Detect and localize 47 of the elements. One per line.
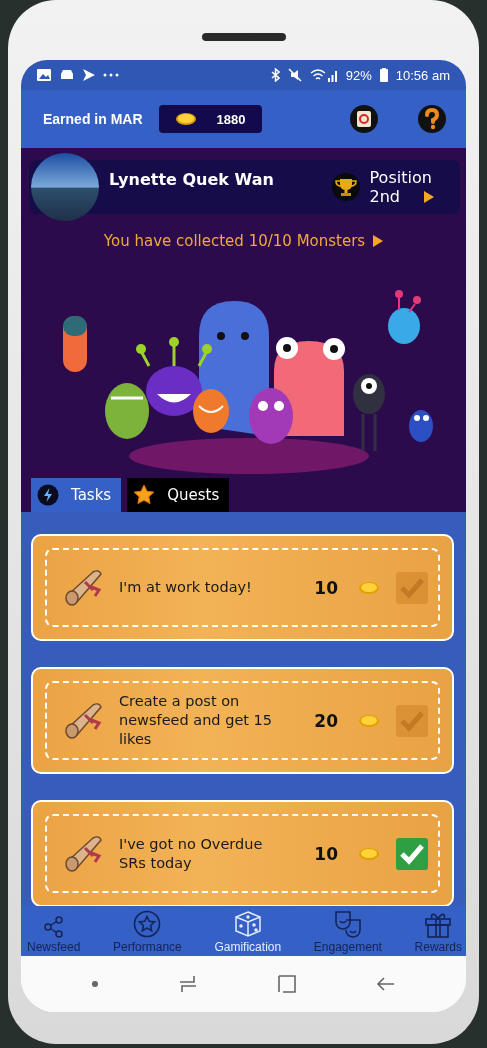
task-checkbox[interactable] <box>396 571 428 604</box>
arrow-icon[interactable] <box>373 235 384 247</box>
more-icon <box>103 73 119 77</box>
dice-icon <box>233 910 262 938</box>
clock-time: 10:56 am <box>395 67 450 83</box>
share-icon <box>43 916 64 938</box>
user-name: Lynette Quek Wan <box>109 170 275 189</box>
task-title: I've got no Overdue SRs today <box>119 834 264 873</box>
task-title: Create a post on newsfeed and get 15 likes <box>119 692 274 749</box>
coin-icon <box>358 846 380 861</box>
mute-icon <box>287 68 302 82</box>
battery-percent: 92% <box>345 67 372 83</box>
trophy-icon <box>331 173 360 201</box>
tab[interactable]: Quests <box>127 478 230 512</box>
bluetooth-icon <box>270 68 280 82</box>
image-icon <box>37 69 51 81</box>
position-label: Position <box>369 168 433 187</box>
nav-tab[interactable]: Performance <box>113 906 182 956</box>
dot-icon[interactable] <box>90 980 99 988</box>
earned-label: Earned in MAR <box>43 111 143 127</box>
signal-icon <box>309 68 338 82</box>
send-icon <box>83 69 95 81</box>
position-rank: 2nd <box>369 187 400 206</box>
task-points: 10 <box>314 843 338 864</box>
arrow-icon[interactable] <box>424 190 434 203</box>
nav-tab[interactable]: Engagement <box>313 906 382 956</box>
coin-balance: 1880 <box>158 105 262 133</box>
task-points: 20 <box>314 710 338 731</box>
home-icon[interactable] <box>277 974 298 994</box>
nav-tab[interactable]: Newsfeed <box>27 906 81 956</box>
coin-icon <box>174 112 197 126</box>
recent-apps-icon[interactable] <box>177 974 198 994</box>
coin-icon <box>358 580 380 595</box>
tab[interactable]: Tasks <box>31 478 122 512</box>
task-checkbox[interactable] <box>396 704 428 737</box>
battery-icon <box>379 68 388 82</box>
lightning-icon <box>37 484 59 506</box>
nav-tab[interactable]: Rewards <box>414 906 462 956</box>
theater-masks-icon <box>333 910 362 938</box>
task-title: I'm at work today! <box>119 578 253 597</box>
task-points: 10 <box>314 577 338 598</box>
help-icon[interactable] <box>418 105 446 133</box>
task-checkbox[interactable] <box>396 837 428 870</box>
coin-icon <box>358 713 380 728</box>
nav-tab[interactable]: Gamification <box>214 906 282 956</box>
monsters-link[interactable]: You have collected 10/10 Monsters <box>103 232 384 250</box>
star-icon <box>133 484 156 506</box>
